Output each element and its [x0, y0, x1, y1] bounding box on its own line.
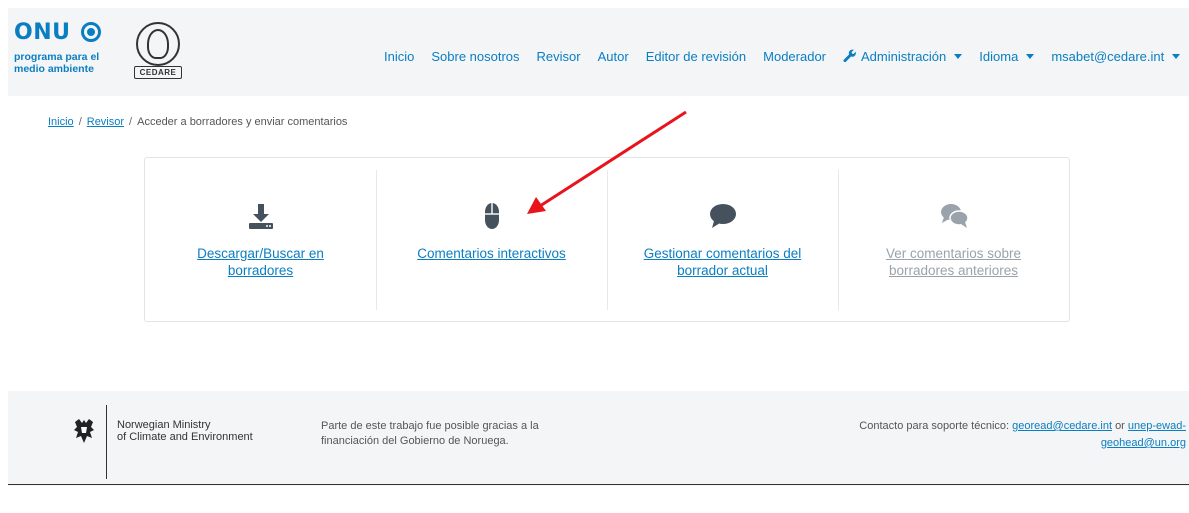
tile-label-line: borradores [227, 263, 294, 278]
nav-item-moderador[interactable]: Moderador [763, 49, 826, 64]
tile-manage-current-comments: Gestionar comentarios del borrador actua… [607, 158, 838, 321]
caret-down-icon [954, 53, 963, 59]
wrench-icon [843, 49, 856, 63]
caret-down-icon [1026, 53, 1035, 59]
onu-logo-subtitle-line: medio ambiente [14, 63, 94, 75]
footer-divider [106, 405, 107, 479]
contact-prefix: Contacto para soporte técnico: [859, 420, 1010, 432]
tile-label-line: Gestionar comentarios del [643, 246, 802, 261]
nav-item-label: Administración [861, 48, 947, 64]
contact-email-georead[interactable]: georead@cedare.int [1012, 420, 1112, 432]
ministry-line: of Climate and Environment [117, 431, 253, 443]
download-drafts-link[interactable]: Descargar/Buscar en borradores [155, 245, 366, 279]
tile-label-line: Descargar/Buscar en [197, 246, 324, 261]
tile-previous-drafts-comments: Ver comentarios sobre borradores anterio… [838, 158, 1069, 321]
nav-item-autor[interactable]: Autor [598, 49, 629, 64]
breadcrumb-link-inicio[interactable]: Inicio [48, 116, 74, 128]
funding-note-line: financiación del Gobierno de Noruega. [321, 435, 509, 447]
cedare-logo-text: CEDARE [134, 66, 182, 79]
nav-item-idioma[interactable]: Idioma [979, 48, 1035, 64]
norway-coat-of-arms-icon [74, 419, 94, 443]
funding-note: Parte de este trabajo fue posible gracia… [321, 419, 539, 449]
funding-note-line: Parte de este trabajo fue posible gracia… [321, 420, 539, 432]
comment-icon [709, 204, 736, 228]
comments-icon [940, 204, 969, 228]
contact-email-unep-part1[interactable]: unep-ewad- [1128, 420, 1186, 432]
unep-emblem-icon [81, 22, 101, 42]
reviewer-actions-card: Descargar/Buscar en borradores Comentari… [144, 157, 1070, 322]
tile-label-line: borrador actual [677, 263, 768, 278]
cedare-logo[interactable]: CEDARE [132, 22, 184, 82]
nav-item-editor-de-revision[interactable]: Editor de revisión [646, 49, 746, 64]
nav-item-inicio[interactable]: Inicio [384, 49, 414, 64]
onu-logo-subtitle-line: programa para el [14, 51, 100, 63]
support-contact: Contacto para soporte técnico: georead@c… [826, 418, 1186, 452]
breadcrumb-current: Acceder a borradores y enviar comentario… [137, 116, 348, 128]
nav-item-label: Revisor [536, 48, 581, 64]
onu-environment-logo[interactable]: ONU programa para el medio ambiente [14, 20, 124, 82]
previous-drafts-comments-link[interactable]: Ver comentarios sobre borradores anterio… [848, 245, 1059, 279]
breadcrumb-separator: / [129, 116, 133, 128]
download-icon [248, 204, 273, 229]
main-navigation: Inicio Sobre nosotros Revisor Autor Edit… [384, 46, 1181, 66]
tile-label-line: borradores anteriores [888, 263, 1019, 278]
nav-item-revisor[interactable]: Revisor [537, 49, 581, 64]
nav-item-label: Inicio [384, 48, 415, 64]
contact-or: or [1115, 420, 1125, 432]
cedare-emblem-icon [136, 22, 180, 66]
footer-bottom-border [8, 484, 1189, 485]
mouse-icon [484, 203, 499, 229]
tile-label-line: Comentarios interactivos [417, 246, 566, 261]
nav-item-sobre-nosotros[interactable]: Sobre nosotros [431, 49, 519, 64]
nav-item-label: Moderador [763, 48, 827, 64]
nav-item-label: Autor [597, 48, 629, 64]
interactive-comments-link[interactable]: Comentarios interactivos [386, 245, 597, 262]
tile-download-drafts: Descargar/Buscar en borradores [145, 158, 376, 321]
nav-item-label: Editor de revisión [645, 48, 747, 64]
nav-item-label: Sobre nosotros [431, 48, 520, 64]
nav-item-user-account[interactable]: msabet@cedare.int [1051, 48, 1181, 64]
breadcrumb: Inicio / Revisor / Acceder a borradores y en… [48, 116, 347, 128]
manage-current-comments-link[interactable]: Gestionar comentarios del borrador actua… [617, 245, 828, 279]
ministry-line: Norwegian Ministry [117, 419, 211, 431]
cedare-emblem-inner [147, 29, 169, 59]
nav-item-label: Idioma [979, 48, 1019, 64]
onu-logo-subtitle: programa para el medio ambiente [14, 51, 99, 75]
caret-down-icon [1172, 53, 1181, 59]
breadcrumb-separator: / [78, 116, 82, 128]
tile-interactive-comments: Comentarios interactivos [376, 158, 607, 321]
nav-item-label: msabet@cedare.int [1051, 48, 1165, 64]
contact-email-unep-part2[interactable]: geohead@un.org [1101, 437, 1186, 449]
tile-label-line: Ver comentarios sobre [885, 246, 1022, 261]
onu-logo-text: ONU [14, 20, 71, 45]
norwegian-ministry-credit: Norwegian Ministry of Climate and Enviro… [117, 419, 253, 443]
site-header: ONU programa para el medio ambiente CEDA… [8, 8, 1189, 96]
nav-item-administracion[interactable]: Administración [843, 48, 963, 64]
breadcrumb-link-revisor[interactable]: Revisor [87, 116, 124, 128]
